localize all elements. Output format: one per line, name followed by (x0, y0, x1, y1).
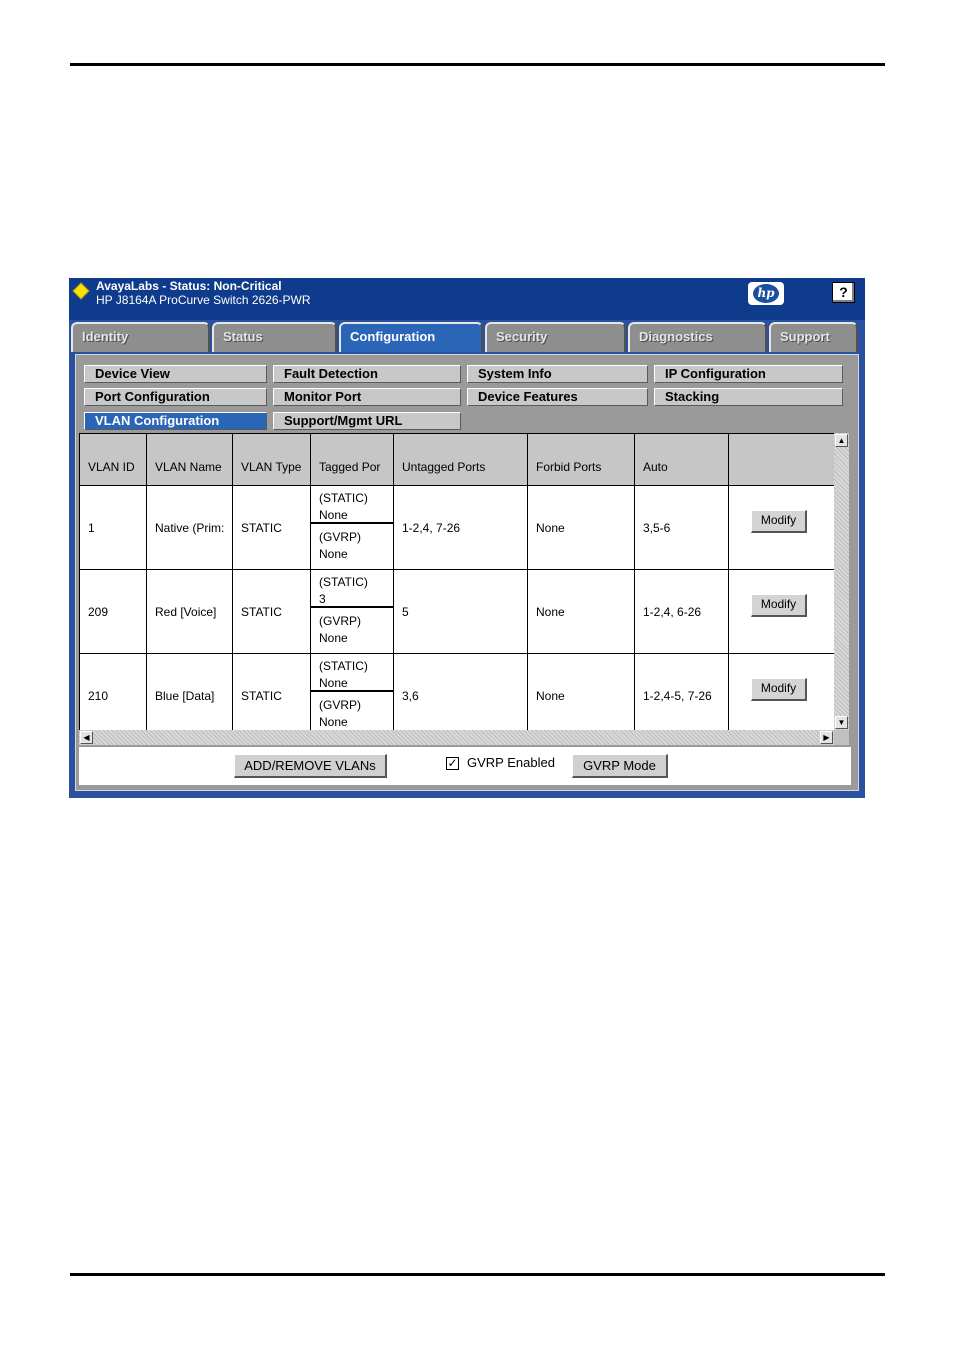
device-model: HP J8164A ProCurve Switch 2626-PWR (96, 293, 311, 307)
subnav-device-features[interactable]: Device Features (467, 388, 648, 406)
col-header-auto: Auto (634, 433, 729, 486)
tagged-static-value: 3 (319, 591, 326, 606)
device-status: AvayaLabs - Status: Non-Critical (96, 279, 282, 293)
status-diamond-icon (72, 282, 90, 300)
subnav-vlan-configuration[interactable]: VLAN Configuration (84, 412, 267, 430)
bottom-rule (70, 1273, 885, 1276)
vlan-id: 209 (79, 569, 147, 654)
modify-button[interactable]: Modify (751, 509, 807, 533)
subnav-monitor-port[interactable]: Monitor Port (273, 388, 461, 406)
subnav-port-configuration[interactable]: Port Configuration (84, 388, 267, 406)
untagged-ports: 1-2,4, 7-26 (393, 485, 528, 570)
vlan-footer-bar: ADD/REMOVE VLANs ✓ GVRP Enabled GVRP Mod… (79, 747, 851, 785)
modify-button[interactable]: Modify (751, 677, 807, 701)
gvrp-mode-button[interactable]: GVRP Mode (572, 754, 668, 778)
tab-support[interactable]: Support (769, 322, 858, 352)
subnav-fault-detection[interactable]: Fault Detection (273, 365, 461, 383)
help-button[interactable]: ? (832, 282, 855, 303)
tagged-ports-cell: (STATIC) None (GVRP) None (310, 653, 394, 738)
action-cell: Modify (728, 485, 835, 570)
scroll-left-arrow-icon[interactable]: ◀ (80, 731, 93, 744)
app-header: AvayaLabs - Status: Non-Critical HP J816… (69, 278, 865, 320)
subnav-device-view[interactable]: Device View (84, 365, 267, 383)
tab-security[interactable]: Security (485, 322, 626, 352)
tab-configuration[interactable]: Configuration (339, 322, 483, 352)
col-header-vlan-name: VLAN Name (146, 433, 233, 486)
tagged-static: (STATIC) None (311, 487, 393, 524)
auto-ports: 1-2,4-5, 7-26 (634, 653, 729, 738)
vlan-id: 210 (79, 653, 147, 738)
tagged-gvrp: (GVRP) None (312, 608, 393, 653)
action-cell: Modify (728, 569, 835, 654)
subnav-ip-configuration[interactable]: IP Configuration (654, 365, 843, 383)
col-header-vlan-type: VLAN Type (232, 433, 311, 486)
vertical-scrollbar[interactable]: ▲ ▼ (834, 433, 849, 730)
tagged-gvrp: (GVRP) None (312, 524, 393, 569)
untagged-ports: 3,6 (393, 653, 528, 738)
scroll-up-arrow-icon[interactable]: ▲ (835, 434, 848, 447)
tagged-static-label: (STATIC) (319, 574, 368, 589)
switch-web-app: AvayaLabs - Status: Non-Critical HP J816… (69, 278, 865, 798)
tagged-ports-cell: (STATIC) 3 (GVRP) None (310, 569, 394, 654)
main-tabs: Identity Status Configuration Security D… (69, 321, 865, 352)
table-row: 210 Blue [Data] STATIC (STATIC) None (GVR… (79, 653, 835, 738)
tagged-static-label: (STATIC) (319, 490, 368, 505)
tagged-ports-cell: (STATIC) None (GVRP) None (310, 485, 394, 570)
add-remove-vlans-button[interactable]: ADD/REMOVE VLANs (234, 754, 387, 778)
scroll-right-arrow-icon[interactable]: ▶ (820, 731, 833, 744)
vlan-table-header: VLAN ID VLAN Name VLAN Type Tagged Por U… (79, 433, 835, 486)
vlan-id: 1 (79, 485, 147, 570)
table-row: 1 Native (Prim: STATIC (STATIC) None (GVR… (79, 485, 835, 570)
tagged-gvrp-label: (GVRP) (319, 529, 361, 544)
tagged-gvrp-value: None (319, 630, 348, 645)
vlan-name: Native (Prim: (146, 485, 233, 570)
gvrp-enabled-checkbox[interactable]: ✓ (446, 757, 459, 770)
table-row: 209 Red [Voice] STATIC (STATIC) 3 (GVRP) N… (79, 569, 835, 654)
tab-status[interactable]: Status (212, 322, 337, 352)
subnav-stacking[interactable]: Stacking (654, 388, 843, 406)
tagged-static: (STATIC) None (311, 655, 393, 692)
hp-logo-text: hp (753, 284, 779, 303)
gvrp-enabled-label: GVRP Enabled (467, 755, 555, 770)
tab-identity[interactable]: Identity (71, 322, 210, 352)
vlan-type: STATIC (232, 485, 311, 570)
scrollbar-corner (834, 730, 849, 745)
hp-logo[interactable]: hp (748, 282, 784, 305)
vlan-grid: VLAN ID VLAN Name VLAN Type Tagged Por U… (79, 433, 849, 745)
forbid-ports: None (527, 653, 635, 738)
subnav-support-mgmt-url[interactable]: Support/Mgmt URL (273, 412, 461, 430)
vlan-name: Red [Voice] (146, 569, 233, 654)
configuration-panel: Device View Fault Detection System Info … (75, 354, 859, 791)
vlan-name: Blue [Data] (146, 653, 233, 738)
action-cell: Modify (728, 653, 835, 738)
col-header-tagged-ports: Tagged Por (310, 433, 394, 486)
tagged-static-value: None (319, 507, 348, 522)
auto-ports: 3,5-6 (634, 485, 729, 570)
tagged-gvrp-value: None (319, 546, 348, 561)
tagged-static: (STATIC) 3 (311, 571, 393, 608)
subnav-system-info[interactable]: System Info (467, 365, 648, 383)
col-header-untagged-ports: Untagged Ports (393, 433, 528, 486)
auto-ports: 1-2,4, 6-26 (634, 569, 729, 654)
modify-button[interactable]: Modify (751, 593, 807, 617)
tagged-static-label: (STATIC) (319, 658, 368, 673)
forbid-ports: None (527, 485, 635, 570)
tab-diagnostics[interactable]: Diagnostics (628, 322, 767, 352)
tagged-gvrp-label: (GVRP) (319, 697, 361, 712)
tagged-gvrp-label: (GVRP) (319, 613, 361, 628)
vlan-type: STATIC (232, 569, 311, 654)
scroll-down-arrow-icon[interactable]: ▼ (835, 716, 848, 729)
vlan-table: VLAN ID VLAN Name VLAN Type Tagged Por U… (79, 433, 835, 738)
col-header-vlan-id: VLAN ID (79, 433, 147, 486)
tagged-gvrp-value: None (319, 714, 348, 729)
untagged-ports: 5 (393, 569, 528, 654)
vlan-type: STATIC (232, 653, 311, 738)
top-rule (70, 63, 885, 66)
forbid-ports: None (527, 569, 635, 654)
col-header-forbid-ports: Forbid Ports (527, 433, 635, 486)
tagged-static-value: None (319, 675, 348, 690)
horizontal-scrollbar[interactable]: ◀ ▶ (79, 730, 834, 745)
col-header-action (728, 433, 835, 486)
